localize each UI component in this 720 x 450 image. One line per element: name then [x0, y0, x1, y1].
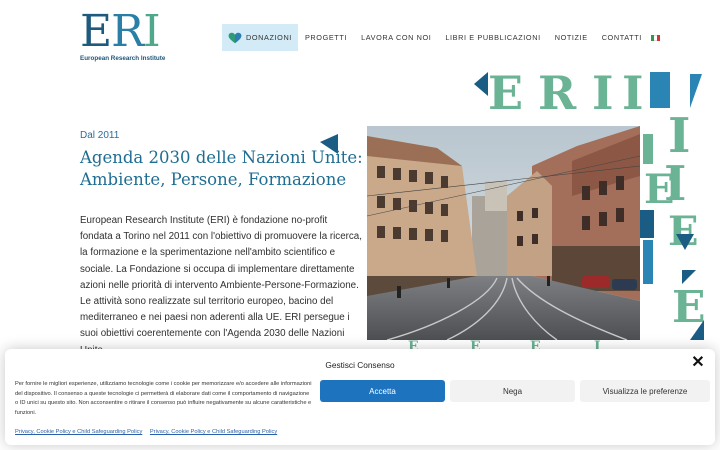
hero-title-line-1: Agenda 2030 delle Nazioni Unite:	[80, 148, 363, 167]
logo-tagline: European Research Institute	[80, 55, 166, 62]
deny-button[interactable]: Nega	[450, 380, 575, 402]
heart-icon	[228, 32, 242, 43]
consent-title: Gestisci Consenso	[325, 360, 395, 370]
nav-item-libri-pubblicazioni[interactable]: LIBRI E PUBBLICAZIONI	[438, 24, 547, 51]
close-icon[interactable]: ✕	[691, 355, 705, 371]
privacy-policy-link[interactable]: Privacy, Cookie Policy e Child Safeguard…	[150, 429, 277, 435]
privacy-policy-link[interactable]: Privacy, Cookie Policy e Child Safeguard…	[15, 429, 142, 435]
cookie-consent-banner: Gestisci Consenso ✕ Per fornire le migli…	[5, 349, 715, 445]
torino-street-photo	[367, 126, 640, 340]
nav-item-lavora-con-noi[interactable]: LAVORA CON NOI	[354, 24, 438, 51]
nav-item-contatti[interactable]: CONTATTI	[595, 24, 649, 51]
view-preferences-button[interactable]: Visualizza le preferenze	[580, 380, 710, 402]
italian-flag-icon[interactable]	[650, 34, 660, 41]
consent-policy-links: Privacy, Cookie Policy e Child Safeguard…	[15, 429, 283, 435]
nav-item-donazioni[interactable]: DONAZIONI	[222, 24, 298, 51]
logo-mark: ERI	[80, 6, 161, 57]
logo-letter-i: I	[143, 6, 160, 57]
eri-logo[interactable]: ERI European Research Institute	[80, 10, 180, 66]
logo-letter-r: R	[111, 6, 144, 57]
hero-title-line-2: Ambiente, Persone, Formazione	[80, 170, 347, 189]
logo-letter-e: E	[80, 6, 112, 57]
nav-item-progetti[interactable]: PROGETTI	[298, 24, 354, 51]
nav-item-notizie[interactable]: NOTIZIE	[548, 24, 595, 51]
consent-description: Per fornire le migliori esperienze, util…	[15, 381, 312, 416]
hero-eyebrow: Dal 2011	[80, 130, 120, 141]
accept-button[interactable]: Accetta	[320, 380, 445, 402]
hero-description: European Research Institute (ERI) è fond…	[80, 215, 362, 356]
main-nav: DONAZIONI PROGETTI LAVORA CON NOI LIBRI …	[222, 24, 660, 51]
nav-item-label: DONAZIONI	[246, 33, 292, 42]
hero-title: Agenda 2030 delle Nazioni Unite: Ambient…	[80, 147, 370, 191]
